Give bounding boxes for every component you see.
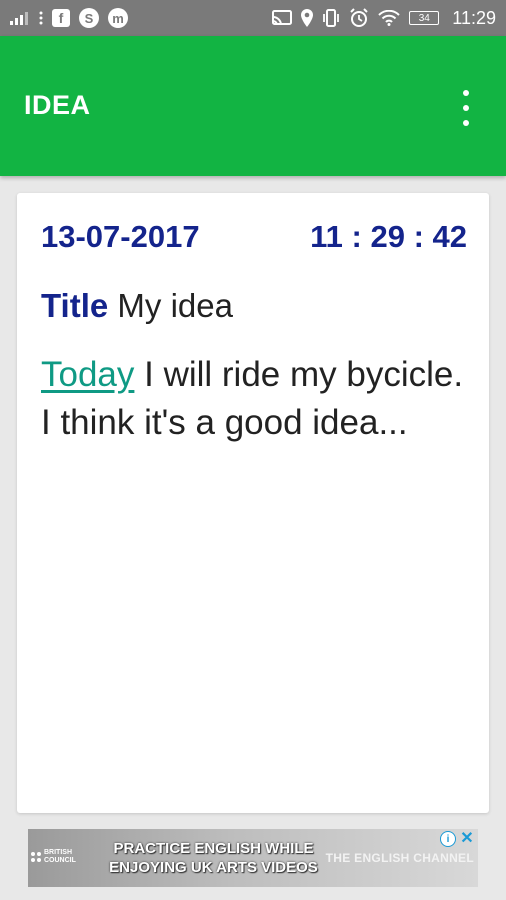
note-title-label: Title (41, 287, 109, 324)
alarm-icon (349, 8, 369, 28)
app-bar: IDEA (0, 36, 506, 176)
sponsor-line1: BRITISH (44, 849, 72, 856)
ad-brand: THE ENGLISH CHANNEL (325, 851, 474, 865)
sponsor-logo: BRITISH COUNCIL (31, 849, 76, 865)
note-title: Title My idea (41, 287, 233, 325)
facebook-icon: f (52, 9, 70, 27)
overflow-menu-button[interactable] (452, 90, 480, 126)
more-dots-icon (39, 11, 43, 25)
wifi-icon (378, 10, 400, 26)
note-title-value: My idea (117, 287, 233, 324)
skype-icon: S (79, 8, 99, 28)
ad-headline: PRACTICE ENGLISH WHILE ENJOYING UK ARTS … (106, 839, 321, 877)
status-time: 11:29 (452, 7, 496, 28)
ad-headline-line1: PRACTICE ENGLISH WHILE (113, 840, 314, 857)
note-body: Today I will ride my bycicle. I think it… (41, 351, 471, 447)
status-bar-right: 34 11:29 (272, 8, 496, 29)
vibrate-icon (322, 9, 340, 27)
ad-info-icon[interactable]: i (440, 831, 456, 847)
note-date: 13-07-2017 (41, 219, 200, 254)
sponsor-dots-icon (31, 852, 41, 862)
battery-icon: 34 (409, 11, 440, 25)
note-time: 11 : 29 : 42 (310, 219, 467, 254)
ad-banner[interactable]: BRITISH COUNCIL PRACTICE ENGLISH WHILE E… (28, 829, 478, 887)
app-title: IDEA (24, 90, 91, 120)
ad-close-icon[interactable]: ✕ (459, 830, 475, 847)
messenger-icon: m (108, 8, 128, 28)
note-body-link[interactable]: Today (41, 355, 134, 394)
location-icon (301, 9, 314, 27)
signal-bars-icon (10, 11, 30, 25)
status-bar: f S m 34 11:29 (0, 0, 506, 36)
status-bar-left: f S m (10, 8, 128, 28)
sponsor-line2: COUNCIL (44, 857, 76, 864)
note-card[interactable]: 13-07-2017 11 : 29 : 42 Title My idea To… (17, 193, 489, 813)
ad-headline-line2: ENJOYING UK ARTS VIDEOS (109, 859, 318, 876)
more-vert-icon (463, 90, 469, 96)
cast-icon (272, 10, 293, 26)
